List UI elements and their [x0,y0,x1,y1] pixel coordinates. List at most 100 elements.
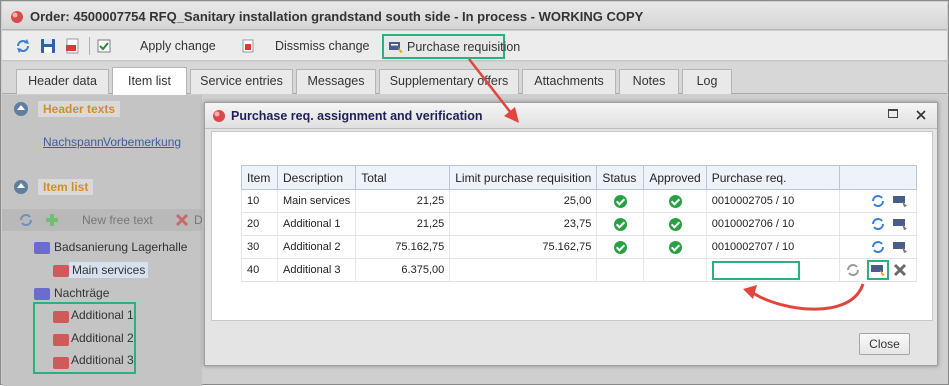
cell-approved [643,189,707,213]
header-texts-section[interactable]: Header texts [2,97,202,121]
window-title: Order: 4500007754 RFQ_Sanitary installat… [30,9,644,24]
cell-total: 21,25 [355,212,451,236]
dialog-app-icon [213,110,225,122]
cell-item: 40 [241,258,278,282]
cell-description: Additional 3 [276,258,357,282]
refresh-icon[interactable] [870,217,886,231]
collapse-icon[interactable] [14,102,28,116]
column-header-limit[interactable]: Limit purchase requisition [449,165,598,190]
item-list-section[interactable]: Item list [2,175,202,199]
cell-status [596,189,645,213]
tab-service-entries[interactable]: Service entries [190,69,293,94]
refresh-icon[interactable] [870,240,886,254]
purchase-requisition-icon[interactable] [892,240,908,254]
delete-icon[interactable] [892,263,908,277]
refresh-icon[interactable] [845,263,861,277]
nachspann-link[interactable]: Nachspann [43,135,104,149]
column-header-purchase-req[interactable]: Purchase req. [705,165,840,190]
cell-approved [643,258,707,282]
cell-actions [838,212,917,236]
status-ok-icon [613,217,627,231]
cell-item: 20 [241,212,278,236]
table-row[interactable]: 40 Additional 3 6.375,00 [241,258,917,282]
column-header-item[interactable]: Item [241,165,278,190]
maximize-icon[interactable] [888,109,898,118]
status-ok-icon [613,240,627,254]
cell-approved [643,235,707,259]
header-texts-label: Header texts [38,101,121,117]
table-row[interactable]: 30 Additional 2 75.162,75 75.162,75 0010… [241,235,917,259]
cell-description: Additional 2 [276,235,357,259]
tree-node-badsanierung[interactable]: Badsanierung Lagerhalle [54,240,187,254]
purchase-requisition-icon [389,42,403,53]
tab-messages[interactable]: Messages [296,69,376,94]
cell-total: 6.375,00 [355,258,451,282]
cell-limit: 23,75 [449,212,598,236]
approved-ok-icon [668,194,682,208]
cell-total: 75.162,75 [355,235,451,259]
folder-icon [34,288,50,300]
purchase-requisition-icon[interactable] [892,217,908,231]
title-bar: Order: 4500007754 RFQ_Sanitary installat… [2,2,947,30]
save-icon[interactable] [40,38,56,54]
add-icon[interactable] [44,212,60,228]
tab-log[interactable]: Log [682,69,732,94]
cell-purchase-req: 0010002706 / 10 [705,212,840,236]
column-header-total[interactable]: Total [355,165,451,190]
cell-approved [643,212,707,236]
main-toolbar: Apply change Dissmiss change Purchase re… [2,31,947,61]
cell-description: Additional 1 [276,212,357,236]
cell-description: Main services [276,189,357,213]
item-list-toolbar: New free text D [2,209,203,231]
order-app-icon [11,11,23,23]
purchase-req-input[interactable] [711,260,800,280]
cell-status [596,212,645,236]
refresh-icon[interactable] [870,194,886,208]
table-row[interactable]: 20 Additional 1 21,25 23,75 0010002706 /… [241,212,917,236]
left-panel: Header texts Nachspann Vorbemerkung Item… [2,95,203,386]
dialog-title-bar: Purchase req. assignment and verificatio… [205,103,937,129]
column-header-description[interactable]: Description [276,165,357,190]
item-list-label: Item list [38,179,94,195]
vorbemerkung-link[interactable]: Vorbemerkung [103,135,181,149]
cell-purchase-req: 0010002705 / 10 [705,189,840,213]
checkbox-icon[interactable] [96,38,112,54]
cell-limit: 75.162,75 [449,235,598,259]
tab-strip: Header data Item list Service entries Me… [2,62,947,95]
purchase-requisition-icon[interactable] [892,194,908,208]
tab-header-data[interactable]: Header data [16,69,109,94]
status-ok-icon [613,194,627,208]
cell-status [596,235,645,259]
create-purchase-req-button[interactable] [866,260,889,280]
new-free-text-button[interactable]: New free text [82,213,153,227]
tree-node-nachtraege[interactable]: Nachträge [54,286,109,300]
highlight-box-additional-items [33,302,136,374]
tree-node-main-services[interactable]: Main services [69,262,149,278]
folder-icon [34,242,50,254]
refresh-icon[interactable] [15,38,31,54]
delete-icon[interactable] [175,213,189,227]
tab-item-list[interactable]: Item list [112,67,187,95]
close-button[interactable]: Close [859,333,910,355]
dialog-title: Purchase req. assignment and verificatio… [231,109,483,123]
column-header-status[interactable]: Status [596,165,645,190]
tab-supplementary-offers[interactable]: Supplementary offers [379,69,519,94]
table-row[interactable]: 10 Main services 21,25 25,00 0010002705 … [241,189,917,213]
apply-change-button[interactable]: Apply change [140,39,216,53]
dismiss-change-button[interactable]: Dissmiss change [275,39,369,53]
tab-notes[interactable]: Notes [619,69,679,94]
purchase-requisition-icon [870,265,885,276]
tab-attachments[interactable]: Attachments [522,69,616,94]
dismiss-icon[interactable] [240,38,256,54]
column-header-actions [838,165,917,190]
folder-icon [53,265,69,277]
delete-label-truncated[interactable]: D [194,213,203,227]
refresh-icon[interactable] [18,212,34,228]
column-header-approved[interactable]: Approved [643,165,707,190]
purchase-requisition-button[interactable]: Purchase requisition [382,34,520,59]
close-icon[interactable] [915,109,927,121]
cell-actions [838,189,917,213]
pdf-icon[interactable] [65,38,81,54]
cell-limit [449,258,598,282]
collapse-icon[interactable] [14,180,28,194]
